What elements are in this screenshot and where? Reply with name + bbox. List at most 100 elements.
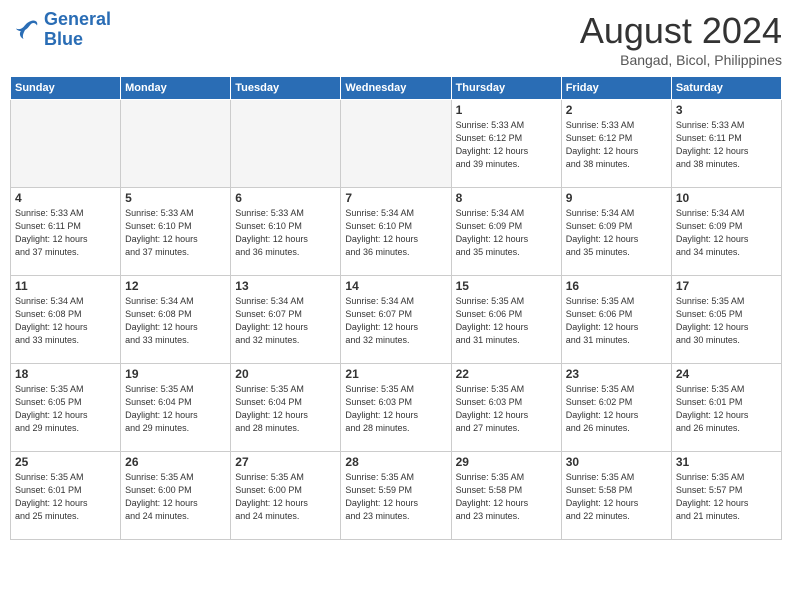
day-number: 17 [676, 279, 777, 293]
location-subtitle: Bangad, Bicol, Philippines [580, 52, 782, 68]
col-header-saturday: Saturday [671, 77, 781, 100]
calendar-cell: 8Sunrise: 5:34 AMSunset: 6:09 PMDaylight… [451, 188, 561, 276]
week-row-1: 1 Sunrise: 5:33 AMSunset: 6:12 PMDaylight… [11, 100, 782, 188]
calendar-cell: 28 Sunrise: 5:35 AMSunset: 5:59 PMDayligh… [341, 452, 451, 540]
day-number: 1 [456, 103, 557, 117]
day-number: 25 [15, 455, 116, 469]
calendar-cell: 25 Sunrise: 5:35 AMSunset: 6:01 PMDayligh… [11, 452, 121, 540]
day-number: 3 [676, 103, 777, 117]
calendar-cell: 19 Sunrise: 5:35 AMSunset: 6:04 PMDayligh… [121, 364, 231, 452]
day-info: Sunrise: 5:34 AMSunset: 6:07 PMDaylight:… [235, 295, 336, 347]
day-number: 10 [676, 191, 777, 205]
day-number: 15 [456, 279, 557, 293]
calendar-cell: 24Sunrise: 5:35 AMSunset: 6:01 PMDayligh… [671, 364, 781, 452]
day-info: Sunrise: 5:35 AMSunset: 5:57 PMDaylight:… [676, 471, 777, 523]
calendar-cell: 15 Sunrise: 5:35 AMSunset: 6:06 PMDayligh… [451, 276, 561, 364]
day-info: Sunrise: 5:35 AMSunset: 5:58 PMDaylight:… [456, 471, 557, 523]
day-number: 24 [676, 367, 777, 381]
day-number: 8 [456, 191, 557, 205]
day-number: 19 [125, 367, 226, 381]
day-number: 9 [566, 191, 667, 205]
col-header-sunday: Sunday [11, 77, 121, 100]
week-row-5: 25 Sunrise: 5:35 AMSunset: 6:01 PMDayligh… [11, 452, 782, 540]
day-info: Sunrise: 5:35 AMSunset: 6:06 PMDaylight:… [566, 295, 667, 347]
day-info: Sunrise: 5:35 AMSunset: 6:00 PMDaylight:… [235, 471, 336, 523]
day-number: 12 [125, 279, 226, 293]
day-number: 30 [566, 455, 667, 469]
day-info: Sunrise: 5:35 AMSunset: 6:02 PMDaylight:… [566, 383, 667, 435]
day-info: Sunrise: 5:35 AMSunset: 6:05 PMDaylight:… [676, 295, 777, 347]
day-info: Sunrise: 5:33 AMSunset: 6:12 PMDaylight:… [566, 119, 667, 171]
week-row-2: 4 Sunrise: 5:33 AMSunset: 6:11 PMDaylight… [11, 188, 782, 276]
calendar-cell [121, 100, 231, 188]
day-number: 2 [566, 103, 667, 117]
col-header-wednesday: Wednesday [341, 77, 451, 100]
month-year-title: August 2024 [580, 10, 782, 52]
day-info: Sunrise: 5:35 AMSunset: 5:59 PMDaylight:… [345, 471, 446, 523]
calendar-cell: 6 Sunrise: 5:33 AMSunset: 6:10 PMDaylight… [231, 188, 341, 276]
calendar-cell: 18Sunrise: 5:35 AMSunset: 6:05 PMDayligh… [11, 364, 121, 452]
day-info: Sunrise: 5:33 AMSunset: 6:11 PMDaylight:… [15, 207, 116, 259]
day-info: Sunrise: 5:35 AMSunset: 6:06 PMDaylight:… [456, 295, 557, 347]
week-row-3: 11Sunrise: 5:34 AMSunset: 6:08 PMDayligh… [11, 276, 782, 364]
calendar-cell: 27Sunrise: 5:35 AMSunset: 6:00 PMDayligh… [231, 452, 341, 540]
week-row-4: 18Sunrise: 5:35 AMSunset: 6:05 PMDayligh… [11, 364, 782, 452]
day-info: Sunrise: 5:35 AMSunset: 6:00 PMDaylight:… [125, 471, 226, 523]
day-info: Sunrise: 5:34 AMSunset: 6:09 PMDaylight:… [566, 207, 667, 259]
day-info: Sunrise: 5:35 AMSunset: 6:01 PMDaylight:… [15, 471, 116, 523]
calendar-cell: 11Sunrise: 5:34 AMSunset: 6:08 PMDayligh… [11, 276, 121, 364]
day-number: 5 [125, 191, 226, 205]
day-info: Sunrise: 5:33 AMSunset: 6:10 PMDaylight:… [235, 207, 336, 259]
day-info: Sunrise: 5:33 AMSunset: 6:10 PMDaylight:… [125, 207, 226, 259]
day-info: Sunrise: 5:34 AMSunset: 6:08 PMDaylight:… [15, 295, 116, 347]
calendar-cell: 29Sunrise: 5:35 AMSunset: 5:58 PMDayligh… [451, 452, 561, 540]
calendar-cell: 30Sunrise: 5:35 AMSunset: 5:58 PMDayligh… [561, 452, 671, 540]
calendar-cell: 17 Sunrise: 5:35 AMSunset: 6:05 PMDayligh… [671, 276, 781, 364]
day-info: Sunrise: 5:35 AMSunset: 6:05 PMDaylight:… [15, 383, 116, 435]
calendar-cell: 22Sunrise: 5:35 AMSunset: 6:03 PMDayligh… [451, 364, 561, 452]
day-info: Sunrise: 5:33 AMSunset: 6:12 PMDaylight:… [456, 119, 557, 171]
day-number: 26 [125, 455, 226, 469]
day-number: 4 [15, 191, 116, 205]
page-header: General Blue August 2024 Bangad, Bicol, … [10, 10, 782, 68]
calendar-cell: 21Sunrise: 5:35 AMSunset: 6:03 PMDayligh… [341, 364, 451, 452]
day-number: 28 [345, 455, 446, 469]
col-header-tuesday: Tuesday [231, 77, 341, 100]
day-info: Sunrise: 5:33 AMSunset: 6:11 PMDaylight:… [676, 119, 777, 171]
calendar-cell: 5 Sunrise: 5:33 AMSunset: 6:10 PMDaylight… [121, 188, 231, 276]
logo: General Blue [10, 10, 111, 50]
calendar-table: SundayMondayTuesdayWednesdayThursdayFrid… [10, 76, 782, 540]
calendar-cell: 26 Sunrise: 5:35 AMSunset: 6:00 PMDayligh… [121, 452, 231, 540]
day-info: Sunrise: 5:35 AMSunset: 6:04 PMDaylight:… [235, 383, 336, 435]
day-number: 23 [566, 367, 667, 381]
day-number: 21 [345, 367, 446, 381]
logo-icon [10, 15, 40, 45]
calendar-cell [11, 100, 121, 188]
calendar-cell: 13 Sunrise: 5:34 AMSunset: 6:07 PMDayligh… [231, 276, 341, 364]
calendar-cell: 3 Sunrise: 5:33 AMSunset: 6:11 PMDaylight… [671, 100, 781, 188]
col-header-friday: Friday [561, 77, 671, 100]
calendar-cell: 9 Sunrise: 5:34 AMSunset: 6:09 PMDaylight… [561, 188, 671, 276]
calendar-cell: 12Sunrise: 5:34 AMSunset: 6:08 PMDayligh… [121, 276, 231, 364]
col-header-thursday: Thursday [451, 77, 561, 100]
day-number: 22 [456, 367, 557, 381]
calendar-cell [341, 100, 451, 188]
calendar-cell: 7 Sunrise: 5:34 AMSunset: 6:10 PMDaylight… [341, 188, 451, 276]
col-header-monday: Monday [121, 77, 231, 100]
day-number: 16 [566, 279, 667, 293]
day-number: 6 [235, 191, 336, 205]
calendar-cell: 10Sunrise: 5:34 AMSunset: 6:09 PMDayligh… [671, 188, 781, 276]
calendar-cell: 2 Sunrise: 5:33 AMSunset: 6:12 PMDaylight… [561, 100, 671, 188]
day-number: 7 [345, 191, 446, 205]
calendar-cell: 4 Sunrise: 5:33 AMSunset: 6:11 PMDaylight… [11, 188, 121, 276]
calendar-cell: 20 Sunrise: 5:35 AMSunset: 6:04 PMDayligh… [231, 364, 341, 452]
calendar-cell: 23 Sunrise: 5:35 AMSunset: 6:02 PMDayligh… [561, 364, 671, 452]
day-info: Sunrise: 5:34 AMSunset: 6:07 PMDaylight:… [345, 295, 446, 347]
day-number: 20 [235, 367, 336, 381]
day-number: 31 [676, 455, 777, 469]
day-number: 13 [235, 279, 336, 293]
day-info: Sunrise: 5:34 AMSunset: 6:10 PMDaylight:… [345, 207, 446, 259]
header-row: SundayMondayTuesdayWednesdayThursdayFrid… [11, 77, 782, 100]
calendar-cell: 1 Sunrise: 5:33 AMSunset: 6:12 PMDaylight… [451, 100, 561, 188]
day-info: Sunrise: 5:35 AMSunset: 6:04 PMDaylight:… [125, 383, 226, 435]
